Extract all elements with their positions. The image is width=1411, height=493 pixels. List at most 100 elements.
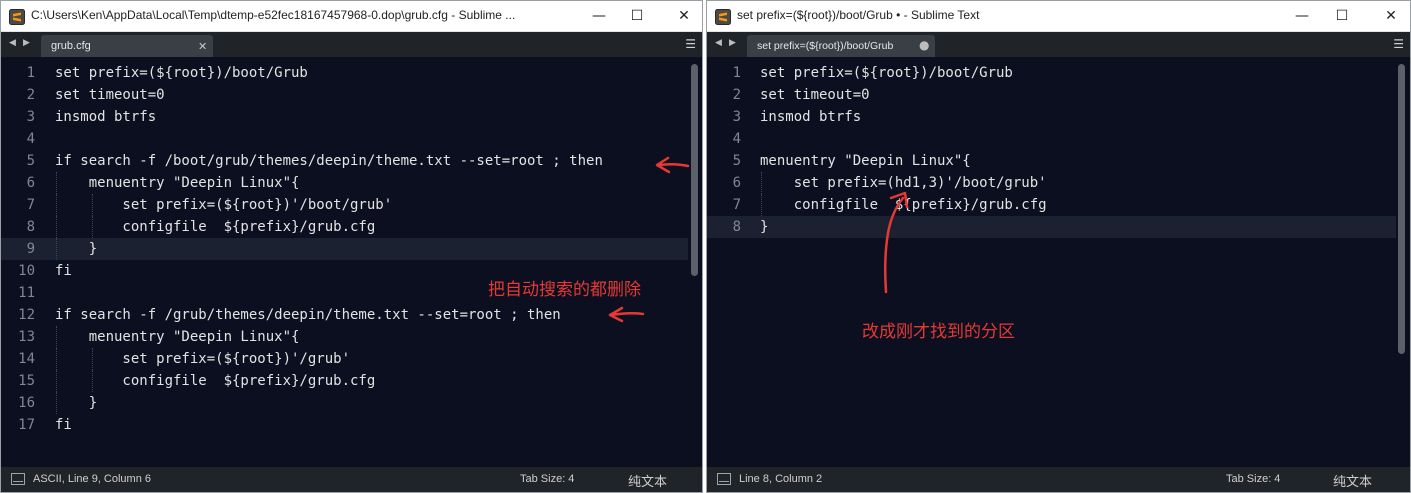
code-text[interactable]: set prefix=(${root})/boot/Grub [55,65,308,81]
right-title-bar[interactable]: set prefix=(${root})/boot/Grub • - Subli… [707,1,1410,32]
line-number: 8 [732,219,741,235]
code-line[interactable]: 6 set prefix=(hd1,3)'/boot/grub' [707,172,1396,194]
indent-guide [56,348,57,370]
left-title-bar[interactable]: C:\Users\Ken\AppData\Local\Temp\dtemp-e5… [1,1,702,32]
code-line[interactable]: 2 set timeout=0 [1,84,688,106]
indent-guide [56,392,57,414]
code-line[interactable]: 6 menuentry "Deepin Linux"{ [1,172,688,194]
code-line[interactable]: 3 insmod btrfs [707,106,1396,128]
sublime-app-icon [9,9,25,25]
maximize-button[interactable]: ☐ [1328,4,1356,28]
tab-menu-icon[interactable]: ☰ [1393,37,1404,51]
code-text[interactable]: fi [55,417,72,433]
code-line[interactable]: 8 configfile ${prefix}/grub.cfg [1,216,688,238]
code-text[interactable]: configfile ${prefix}/grub.cfg [55,219,375,235]
code-text[interactable]: if search -f /grub/themes/deepin/theme.t… [55,307,561,323]
maximize-button[interactable]: ☐ [623,4,651,28]
status-tab-size[interactable]: Tab Size: 4 [1226,473,1280,485]
line-number: 3 [732,109,741,125]
code-line[interactable]: 1 set prefix=(${root})/boot/Grub [1,62,688,84]
line-number: 6 [732,175,741,191]
tab-close-icon[interactable]: ✕ [198,40,207,53]
tab-menu-icon[interactable]: ☰ [685,37,696,51]
code-text[interactable]: configfile ${prefix}/grub.cfg [55,373,375,389]
indent-guide [56,194,57,216]
line-number: 11 [18,285,35,301]
code-text[interactable]: set timeout=0 [55,87,165,103]
minimize-button[interactable]: — [585,4,613,28]
code-line[interactable]: 14 set prefix=(${root})'/grub' [1,348,688,370]
line-number: 15 [18,373,35,389]
code-text[interactable]: } [760,219,768,235]
status-panel-icon[interactable] [717,473,731,485]
code-line[interactable]: 4 [707,128,1396,150]
indent-guide [761,172,762,194]
code-line[interactable]: 8} [707,216,1396,238]
line-number: 8 [26,219,35,235]
line-number: 7 [26,197,35,213]
code-text[interactable]: set prefix=(${root})'/grub' [55,351,350,367]
code-line[interactable]: 7 configfile ${prefix}/grub.cfg [707,194,1396,216]
code-line[interactable]: 7 set prefix=(${root})'/boot/grub' [1,194,688,216]
status-tab-size[interactable]: Tab Size: 4 [520,473,574,485]
tab-next-icon[interactable]: ▶ [729,38,736,48]
code-text[interactable]: } [55,241,97,257]
code-line[interactable]: 17 fi [1,414,688,436]
indent-guide [92,348,93,370]
line-number: 3 [26,109,35,125]
code-line[interactable]: 3 insmod btrfs [1,106,688,128]
tab-prev-icon[interactable]: ◀ [715,38,722,48]
code-line[interactable]: 13 menuentry "Deepin Linux"{ [1,326,688,348]
code-line[interactable]: 12 if search -f /grub/themes/deepin/theme… [1,304,688,326]
tab-grub-cfg[interactable]: grub.cfg ✕ [41,35,213,57]
status-position: ASCII, Line 9, Column 6 [33,473,152,485]
left-status-bar: ASCII, Line 9, Column 6 Tab Size: 4 纯文本 [1,467,702,492]
tab-set-prefix[interactable]: set prefix=(${root})/boot/Grub ● [747,35,935,57]
left-code-editor[interactable]: 1 set prefix=(${root})/boot/Grub 2 set time… [1,59,702,467]
sublime-app-icon [715,9,731,25]
tab-prev-icon[interactable]: ◀ [9,38,16,48]
code-text[interactable]: insmod btrfs [55,109,156,125]
code-text[interactable]: insmod btrfs [760,109,861,125]
code-text[interactable]: if search -f /boot/grub/themes/deepin/th… [55,153,603,169]
code-line[interactable]: 15 configfile ${prefix}/grub.cfg [1,370,688,392]
code-text[interactable]: menuentry "Deepin Linux"{ [55,175,300,191]
status-syntax[interactable]: 纯文本 [1333,471,1372,490]
indent-guide [56,238,57,260]
minimize-button[interactable]: — [1288,4,1316,28]
annotation-delete-autosearch: 把自动搜索的都删除 [488,280,641,300]
tab-next-icon[interactable]: ▶ [23,38,30,48]
code-line[interactable]: 16 } [1,392,688,414]
left-vertical-scrollbar[interactable] [691,64,698,276]
close-button[interactable]: ✕ [1377,4,1405,28]
left-editor-window: C:\Users\Ken\AppData\Local\Temp\dtemp-e5… [0,0,703,493]
right-vertical-scrollbar[interactable] [1398,64,1405,354]
code-line[interactable]: 1 set prefix=(${root})/boot/Grub [707,62,1396,84]
code-text[interactable]: set timeout=0 [760,87,870,103]
annotation-change-partition: 改成刚才找到的分区 [862,322,1015,342]
code-text[interactable]: fi [55,263,72,279]
code-text[interactable]: configfile ${prefix}/grub.cfg [760,197,1047,213]
code-text[interactable]: set prefix=(${root})/boot/Grub [760,65,1013,81]
tab-dirty-indicator[interactable]: ● [919,38,929,52]
code-line[interactable]: 5 menuentry "Deepin Linux"{ [707,150,1396,172]
code-text[interactable]: menuentry "Deepin Linux"{ [760,153,971,169]
right-code-editor[interactable]: 1 set prefix=(${root})/boot/Grub 2 set time… [707,59,1410,467]
code-text[interactable]: menuentry "Deepin Linux"{ [55,329,300,345]
right-tab-bar: ◀ ▶ set prefix=(${root})/boot/Grub ● ☰ [707,32,1410,57]
line-number: 5 [26,153,35,169]
code-line[interactable]: 4 [1,128,688,150]
code-text[interactable]: set prefix=(hd1,3)'/boot/grub' [760,175,1047,191]
line-number: 4 [26,131,35,147]
indent-guide [92,370,93,392]
code-text[interactable]: } [55,395,97,411]
code-line[interactable]: 5 if search -f /boot/grub/themes/deepin/t… [1,150,688,172]
indent-guide [92,216,93,238]
code-line[interactable]: 2 set timeout=0 [707,84,1396,106]
status-panel-icon[interactable] [11,473,25,485]
close-button[interactable]: ✕ [670,4,698,28]
left-tab-bar: ◀ ▶ grub.cfg ✕ ☰ [1,32,702,57]
code-line[interactable]: 9 } [1,238,688,260]
code-text[interactable]: set prefix=(${root})'/boot/grub' [55,197,392,213]
status-syntax[interactable]: 纯文本 [628,471,667,490]
